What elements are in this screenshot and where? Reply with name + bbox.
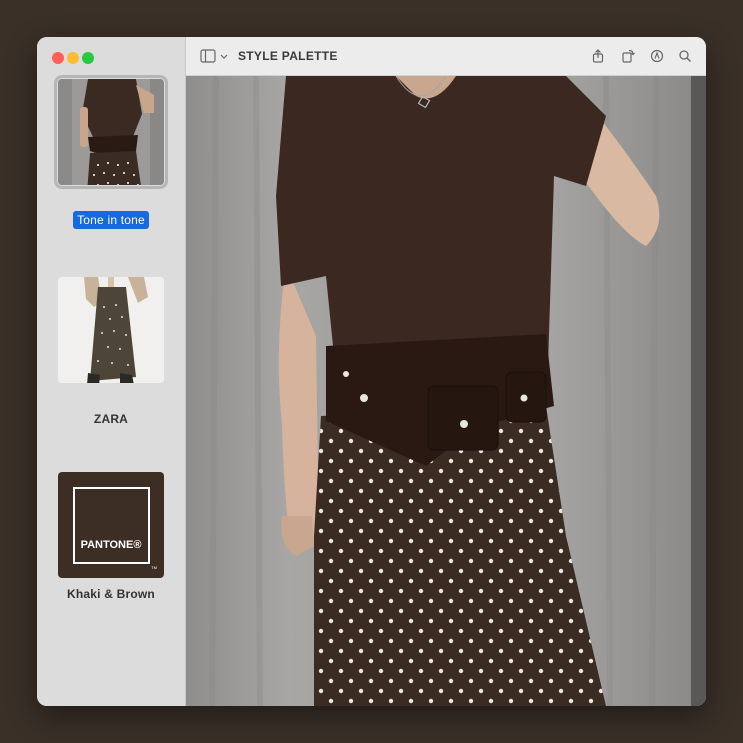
thumbnail-zara[interactable]: [58, 277, 164, 383]
thumbnail-tone-in-tone[interactable]: [54, 75, 168, 189]
thumbnail-khaki-brown[interactable]: PANTONE® TM: [58, 472, 164, 578]
minimize-button[interactable]: [67, 52, 79, 64]
sidebar-item-label: Khaki & Brown: [67, 587, 155, 601]
outfit-photo: [186, 76, 706, 706]
zara-thumbnail-image: [58, 277, 164, 383]
sidebar-toggle-icon[interactable]: [200, 49, 216, 63]
toolbar: STYLE PALETTE: [186, 37, 706, 76]
sidebar: Tone in tone ZARA PANTONE® TM Khaki & Br…: [37, 37, 186, 706]
selected-label: Tone in tone: [73, 211, 149, 229]
sidebar-item-label: Tone in tone: [37, 211, 185, 229]
main-image-view: [186, 76, 706, 706]
rotate-icon[interactable]: [621, 49, 635, 63]
close-button[interactable]: [52, 52, 64, 64]
sidebar-item-label: ZARA: [93, 412, 129, 426]
chevron-down-icon[interactable]: [220, 49, 228, 63]
zoom-button[interactable]: [82, 52, 94, 64]
search-icon[interactable]: [678, 49, 692, 63]
pantone-logo-text: PANTONE®: [80, 539, 142, 551]
outfit-thumbnail-image: [58, 79, 164, 185]
preview-window: Tone in tone ZARA PANTONE® TM Khaki & Br…: [37, 37, 706, 706]
share-icon[interactable]: [591, 49, 605, 63]
pantone-swatch-frame: [73, 487, 150, 564]
markup-icon[interactable]: [650, 49, 664, 63]
trademark-text: TM: [151, 565, 157, 570]
window-title: STYLE PALETTE: [238, 49, 338, 63]
